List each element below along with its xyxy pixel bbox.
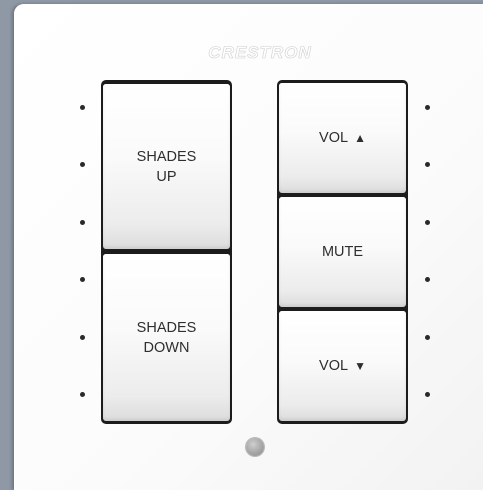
status-indicator-dot (80, 277, 85, 282)
triangle-down-icon: ▼ (354, 359, 366, 373)
status-indicator-dot (80, 162, 85, 167)
mute-button[interactable]: MUTE (279, 197, 406, 307)
status-indicator-dot (425, 105, 430, 110)
keypad-faceplate (14, 4, 483, 490)
status-indicator-dot (80, 392, 85, 397)
status-led (246, 438, 264, 456)
mute-label: MUTE (321, 244, 364, 260)
left-button-column: SHADES UP SHADES DOWN (101, 80, 232, 424)
brand-logo: CRESTRON (208, 43, 312, 63)
volume-down-label: VOL (319, 358, 349, 374)
status-indicator-dot (425, 392, 430, 397)
status-indicator-dot (425, 162, 430, 167)
status-indicator-dot (425, 220, 430, 225)
status-indicator-dot (425, 277, 430, 282)
shades-up-button[interactable]: SHADES UP (103, 84, 230, 249)
shades-down-button[interactable]: SHADES DOWN (103, 254, 230, 421)
shades-down-label: SHADES DOWN (136, 319, 197, 356)
volume-up-button[interactable]: VOL ▲ (279, 83, 406, 193)
triangle-up-icon: ▲ (354, 131, 366, 145)
volume-up-label: VOL (319, 130, 349, 146)
status-indicator-dot (80, 335, 85, 340)
shades-up-label: SHADES UP (136, 148, 197, 185)
volume-down-button[interactable]: VOL ▼ (279, 311, 406, 421)
status-indicator-dot (425, 335, 430, 340)
status-indicator-dot (80, 220, 85, 225)
status-indicator-dot (80, 105, 85, 110)
right-button-column: VOL ▲ MUTE VOL ▼ (277, 80, 408, 424)
